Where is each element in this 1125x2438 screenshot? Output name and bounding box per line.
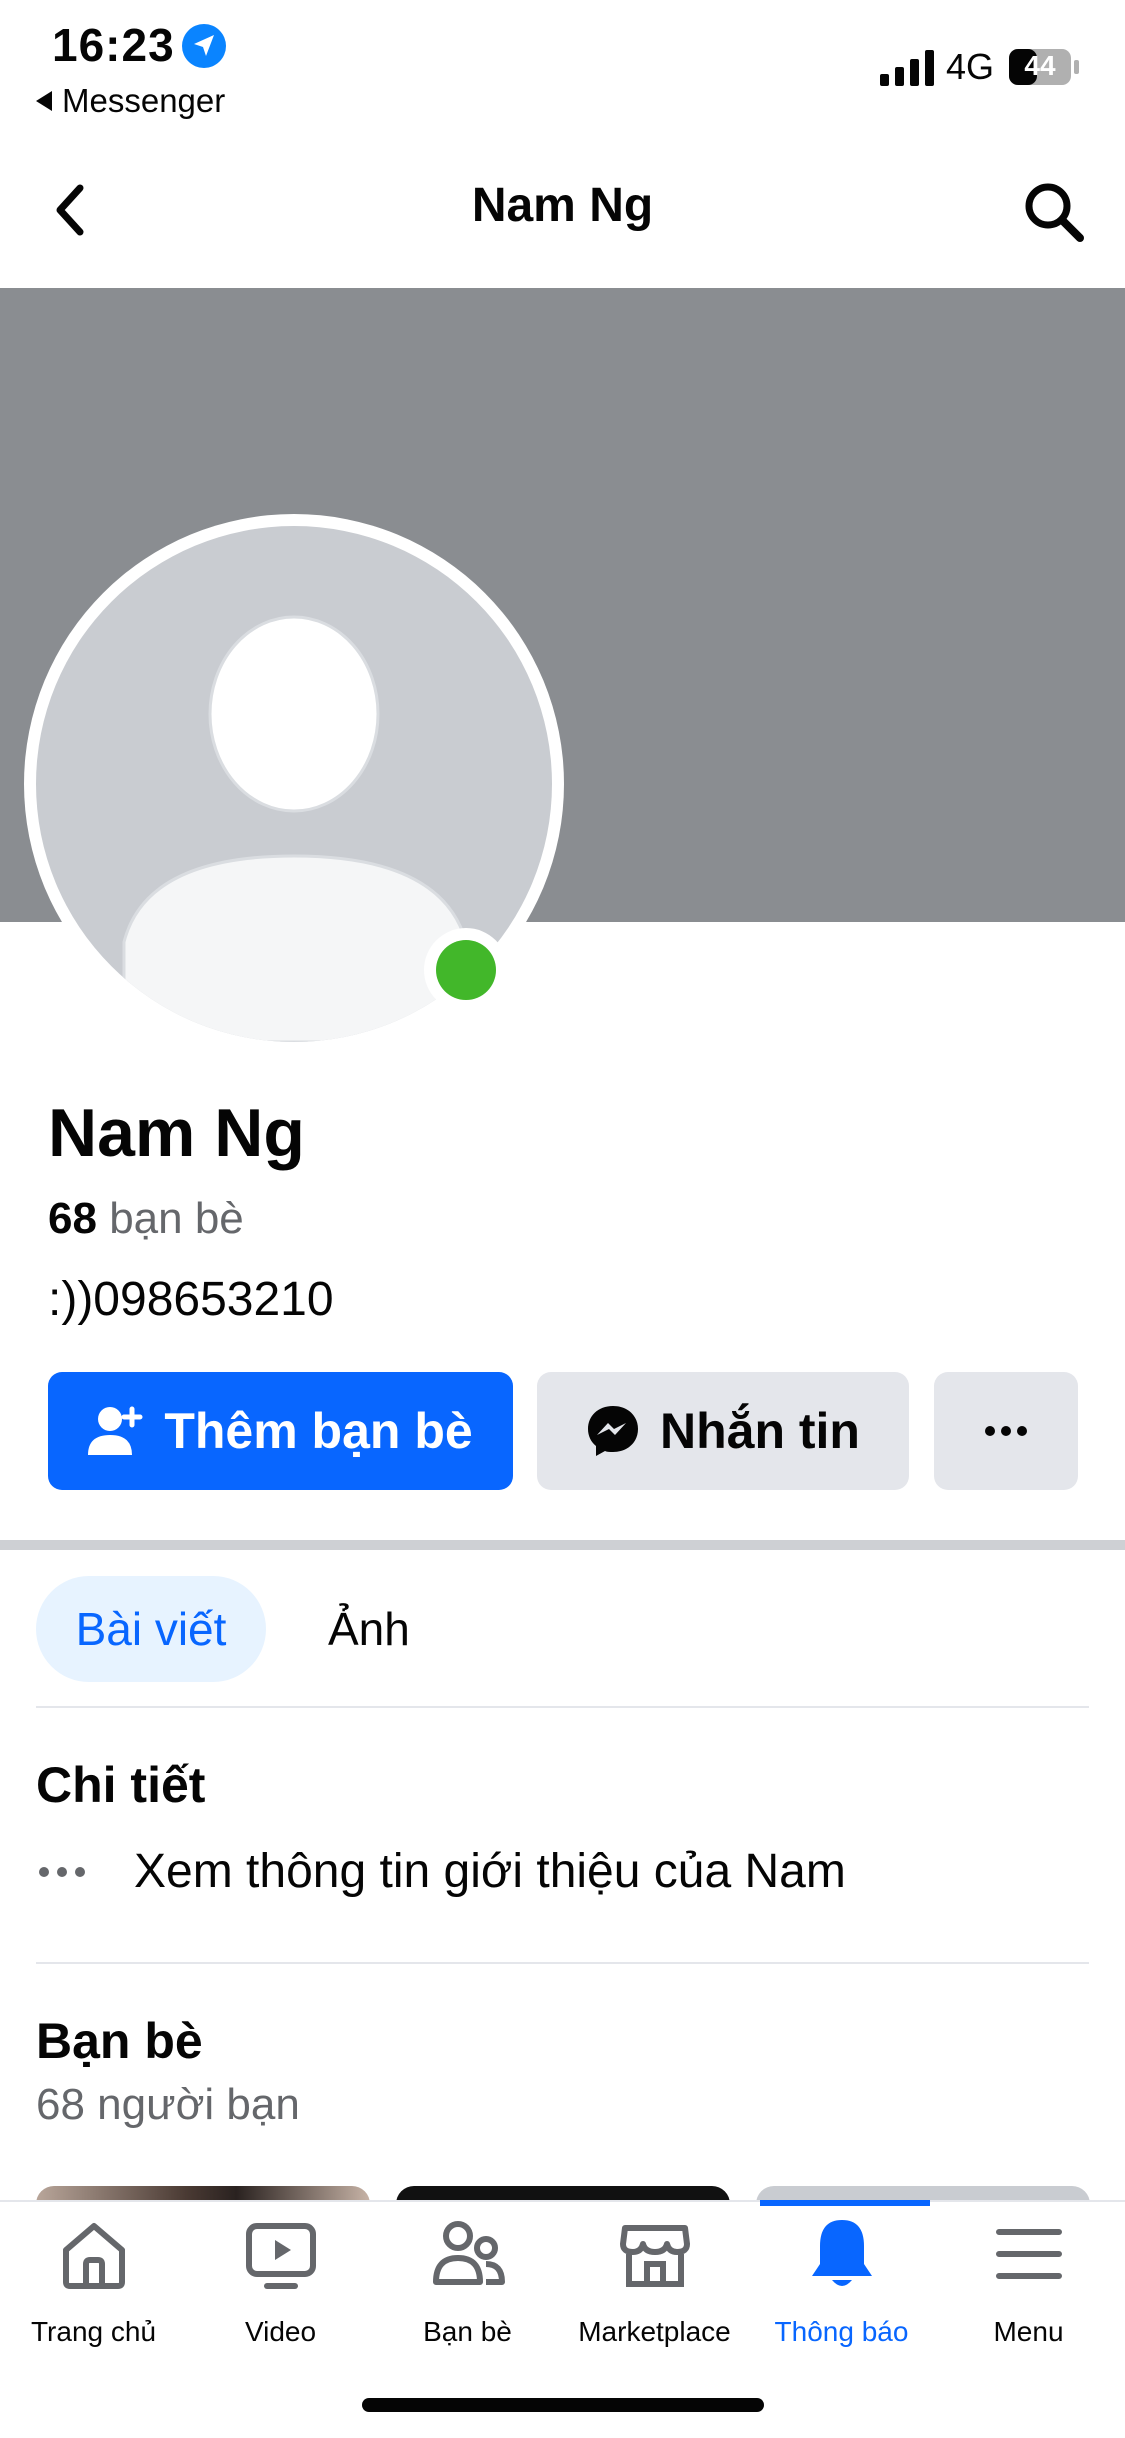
- divider: [36, 1962, 1089, 1964]
- search-icon[interactable]: [1020, 178, 1088, 246]
- divider: [36, 1706, 1089, 1708]
- more-options-button[interactable]: [934, 1372, 1078, 1490]
- home-indicator[interactable]: [362, 2398, 764, 2412]
- tab-label: Trang chủ: [30, 2316, 157, 2347]
- tab-video[interactable]: Video: [187, 2214, 374, 2348]
- friend-count: 68: [48, 1194, 97, 1243]
- profile-name: Nam Ng: [48, 1095, 305, 1171]
- bell-icon: [811, 2220, 872, 2286]
- tab-label: Marketplace: [578, 2316, 731, 2347]
- page-title: Nam Ng: [471, 179, 654, 232]
- back-to-app[interactable]: Messenger: [36, 82, 225, 120]
- tab-notifications[interactable]: Thông báo: [748, 2214, 935, 2348]
- video-icon: [245, 2223, 316, 2289]
- home-icon: [62, 2223, 125, 2289]
- friends-heading: Bạn bè: [36, 2013, 203, 2069]
- cellular-signal-icon: [880, 50, 934, 86]
- profile-bio: :))098653210: [48, 1273, 334, 1326]
- back-app-label: Messenger: [62, 82, 226, 119]
- active-tab-indicator: [760, 2200, 930, 2206]
- tab-menu[interactable]: Menu: [935, 2214, 1122, 2348]
- status-time: 16:23: [52, 19, 175, 71]
- tab-friends[interactable]: Bạn bè: [374, 2214, 561, 2348]
- online-status-indicator: [424, 928, 508, 1012]
- messenger-icon: [588, 1406, 638, 1456]
- friends-icon: [432, 2221, 505, 2285]
- add-friend-icon: [88, 1406, 143, 1455]
- add-friend-button[interactable]: Thêm bạn bè: [48, 1372, 513, 1490]
- friend-count-label: bạn bè: [109, 1194, 244, 1243]
- friend-count-line[interactable]: 68 bạn bè: [48, 1194, 244, 1244]
- battery-level: 44: [1024, 50, 1056, 81]
- friends-count-label: 68 người bạn: [36, 2080, 300, 2129]
- tab-label: Menu: [993, 2316, 1064, 2347]
- more-horizontal-icon: [39, 1866, 85, 1877]
- see-intro-label: Xem thông tin giới thiệu của Nam: [134, 1845, 846, 1898]
- battery-icon: 44: [1008, 48, 1080, 86]
- tab-photos[interactable]: Ảnh: [300, 1576, 438, 1682]
- see-intro-row[interactable]: Xem thông tin giới thiệu của Nam: [36, 1844, 846, 1899]
- tab-label: Thông báo: [774, 2316, 909, 2347]
- online-dot: [436, 940, 496, 1000]
- network-type: 4G: [946, 46, 995, 87]
- message-label: Nhắn tin: [660, 1403, 860, 1459]
- tab-label: Bạn bè: [423, 2316, 512, 2347]
- message-button[interactable]: Nhắn tin: [537, 1372, 909, 1490]
- add-friend-label: Thêm bạn bè: [164, 1403, 473, 1459]
- details-heading: Chi tiết: [36, 1757, 206, 1813]
- more-horizontal-icon: [985, 1426, 1027, 1436]
- back-triangle-icon: [36, 91, 52, 111]
- marketplace-icon: [619, 2225, 690, 2287]
- tab-home[interactable]: Trang chủ: [0, 2214, 187, 2348]
- tab-marketplace[interactable]: Marketplace: [561, 2214, 748, 2348]
- location-arrow-icon: [182, 24, 226, 68]
- tab-posts[interactable]: Bài viết: [36, 1576, 266, 1682]
- menu-icon: [995, 2229, 1062, 2279]
- section-divider: [0, 1540, 1125, 1550]
- tab-label: Video: [244, 2316, 317, 2347]
